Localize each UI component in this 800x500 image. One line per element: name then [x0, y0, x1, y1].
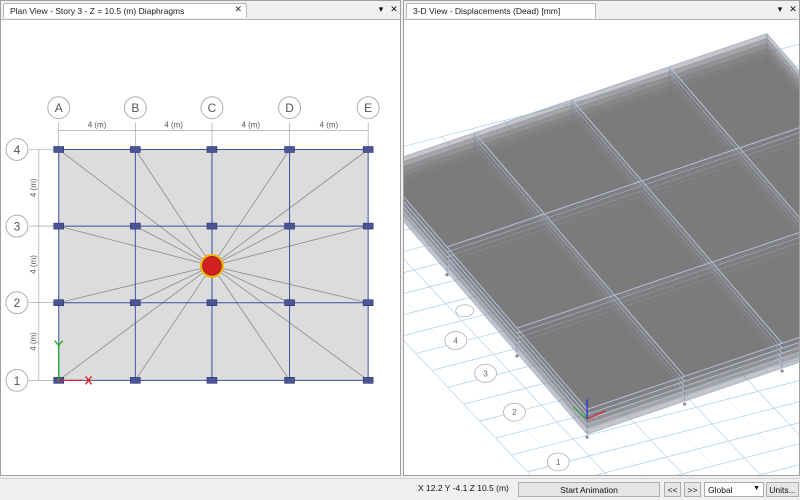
grid-label: 4: [14, 143, 21, 157]
diaphragm-center: [202, 256, 222, 276]
column: [53, 146, 64, 153]
column: [130, 299, 141, 307]
grid-label-3d: 2: [512, 408, 517, 417]
column: [53, 222, 64, 230]
dimension-label: 4 (m): [29, 178, 38, 197]
plan-view-window[interactable]: Plan View - Story 3 - Z = 10.5 (m) Diaph…: [0, 0, 401, 476]
grid-label: D: [285, 101, 294, 115]
dimension-label: 4 (m): [29, 255, 38, 274]
dimension-label: 4 (m): [164, 121, 183, 130]
plan-view-tabstrip: Plan View - Story 3 - Z = 10.5 (m) Diaph…: [1, 1, 400, 20]
dimension-label: 4 (m): [88, 121, 107, 130]
grid-label: A: [55, 101, 63, 115]
support-icon: [780, 369, 784, 373]
grid-label: E: [364, 101, 372, 115]
next-button[interactable]: >>: [684, 482, 701, 497]
3d-view-tabstrip: 3-D View - Displacements (Dead) [mm] ▾ ✕: [404, 1, 799, 20]
3d-view-canvas[interactable]: 4 3 2 1: [404, 20, 799, 476]
column: [362, 299, 374, 307]
column: [362, 377, 374, 384]
column: [130, 377, 141, 384]
plan-view-tab[interactable]: Plan View - Story 3 - Z = 10.5 (m) Diaph…: [3, 3, 247, 18]
dimension-label: 4 (m): [29, 332, 38, 351]
cursor-coordinates: X 12.2 Y -4.1 Z 10.5 (m): [418, 483, 509, 493]
column: [284, 299, 295, 307]
plan-tab-close-icon[interactable]: ✕: [234, 4, 242, 15]
units-button[interactable]: Units...: [766, 482, 799, 497]
status-bar: X 12.2 Y -4.1 Z 10.5 (m) Start Animation…: [0, 478, 800, 500]
column: [206, 222, 218, 230]
previous-button[interactable]: <<: [664, 482, 681, 497]
3d-view-title: 3-D View - Displacements (Dead) [mm]: [413, 6, 561, 16]
column: [284, 377, 295, 384]
chevron-down-icon: ▼: [753, 485, 760, 492]
column: [130, 222, 141, 230]
dimension-label: 4 (m): [320, 121, 339, 130]
coordinate-system-value: Global: [708, 484, 733, 495]
column: [362, 222, 374, 230]
grid-label-3d: 4: [454, 337, 459, 346]
3d-view-tab[interactable]: 3-D View - Displacements (Dead) [mm]: [406, 3, 596, 18]
dimension-label: 4 (m): [241, 121, 260, 130]
grid-label-3d: 1: [556, 458, 561, 467]
column: [206, 146, 218, 153]
grid-label: C: [208, 101, 217, 115]
grid-label-3d: 3: [483, 369, 488, 378]
3d-view-menu-icon[interactable]: ▾: [774, 3, 786, 16]
column: [284, 146, 295, 153]
column: [130, 146, 141, 153]
3d-view-close-icon[interactable]: ✕: [787, 3, 799, 16]
plan-view-menu-icon[interactable]: ▾: [375, 3, 387, 16]
support-icon: [585, 435, 589, 439]
column: [362, 146, 374, 153]
3d-view-window[interactable]: 3-D View - Displacements (Dead) [mm] ▾ ✕…: [403, 0, 800, 476]
column: [53, 299, 64, 307]
plan-view-close-icon[interactable]: ✕: [388, 3, 400, 16]
start-animation-button[interactable]: Start Animation: [518, 482, 660, 497]
column: [206, 299, 218, 307]
column: [206, 377, 218, 384]
plan-view-title: Plan View - Story 3 - Z = 10.5 (m) Diaph…: [10, 6, 185, 16]
support-icon: [682, 402, 687, 406]
grid-label: 2: [14, 296, 21, 310]
grid-label: 1: [14, 374, 21, 388]
grid-label: 3: [14, 220, 21, 234]
column: [284, 222, 295, 230]
grid-label: B: [131, 101, 139, 115]
plan-view-canvas[interactable]: A B C D E 4 3 2 1 4 (m) 4 (m) 4 (m) 4 (m) 4 (m) 4 (m) 4…: [1, 20, 400, 476]
grid-bubble-3d: [455, 304, 475, 318]
coordinate-system-select[interactable]: Global ▼: [704, 482, 764, 497]
